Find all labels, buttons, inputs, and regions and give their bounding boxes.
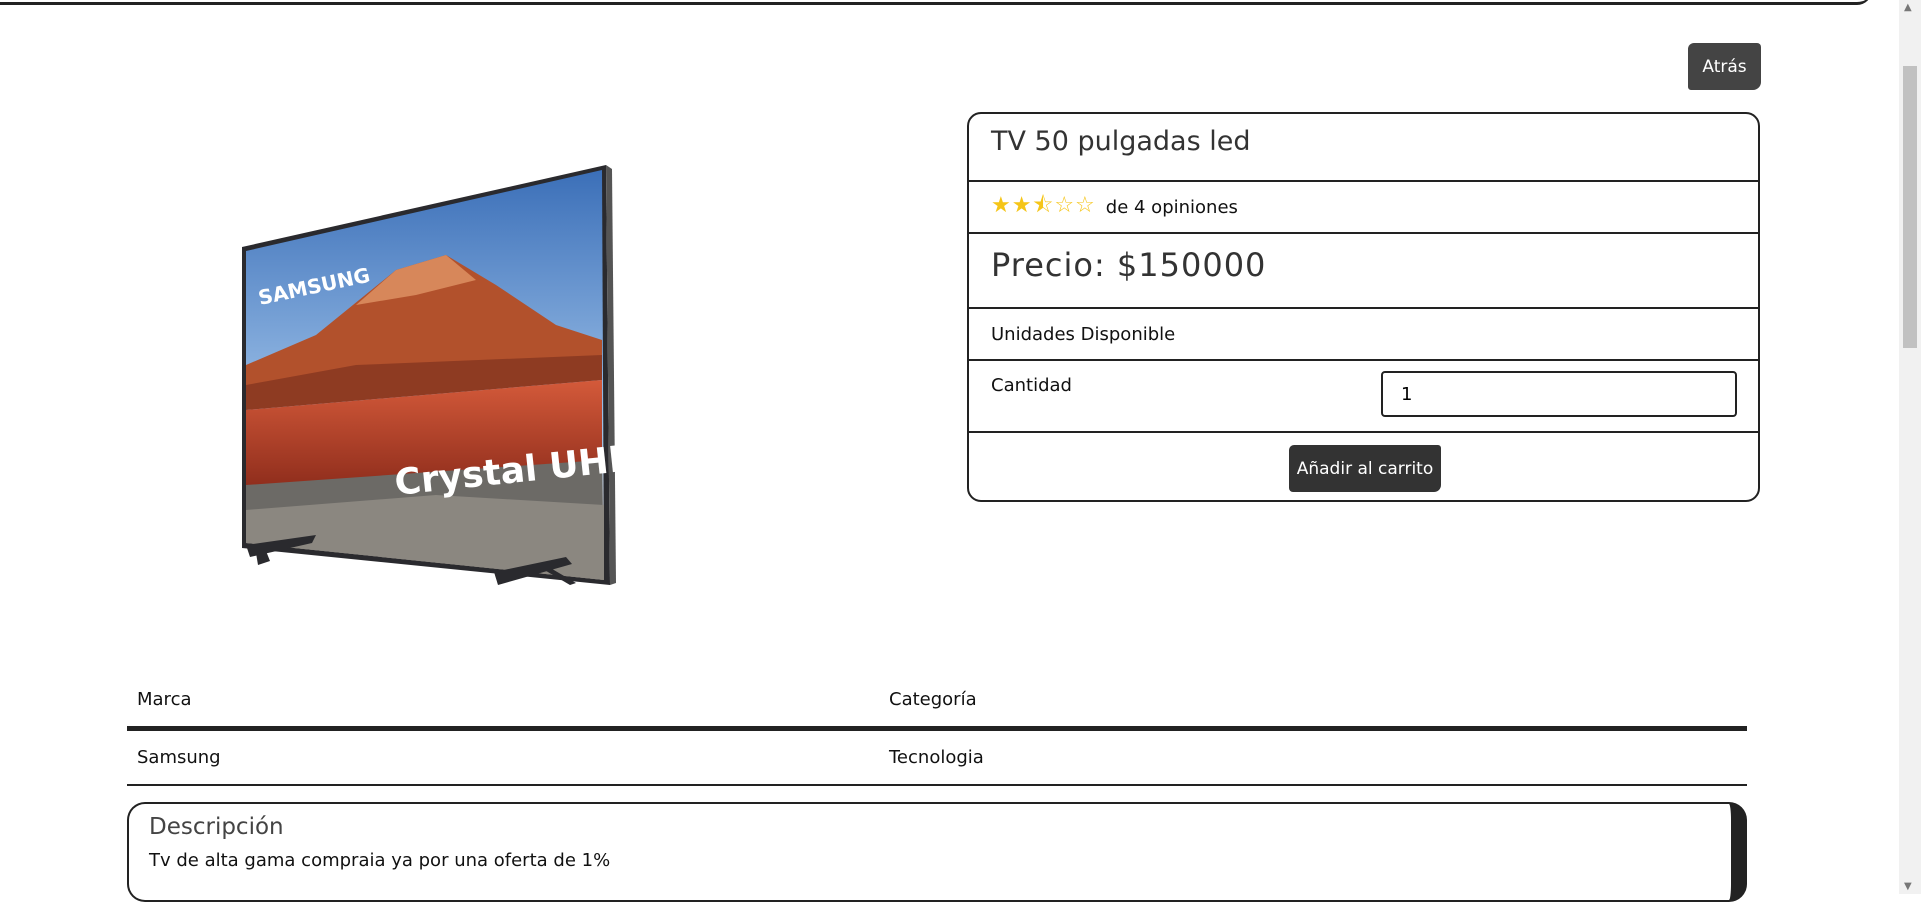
quantity-label: Cantidad: [991, 375, 1072, 396]
cart-row: Añadir al carrito: [969, 433, 1758, 500]
header-brand: Marca: [127, 672, 879, 731]
star-full-icon: ★: [1011, 193, 1033, 218]
header-category: Categoría: [879, 672, 1747, 731]
description-text: Tv de alta gama compraia ya por una ofer…: [149, 850, 611, 871]
product-info-card: TV 50 pulgadas led ★★⯪☆☆ de 4 opiniones …: [967, 112, 1760, 502]
product-title-row: TV 50 pulgadas led: [969, 114, 1758, 182]
product-image: SAMSUNG Crystal UHD: [242, 165, 616, 585]
description-title: Descripción: [149, 814, 284, 840]
stock-row: Unidades Disponible: [969, 309, 1758, 361]
top-navbar-edge: [0, 0, 1872, 5]
star-half-icon: ⯪: [1032, 193, 1055, 218]
table-header-row: Marca Categoría: [127, 672, 1747, 731]
star-empty-icon: ☆: [1054, 193, 1076, 218]
description-card: Descripción Tv de alta gama compraia ya …: [127, 802, 1747, 902]
scroll-down-icon[interactable]: ▼: [1904, 881, 1912, 892]
quantity-row: Cantidad: [969, 361, 1758, 433]
reviews-count: de 4 opiniones: [1105, 196, 1238, 218]
star-empty-icon: ☆: [1075, 193, 1096, 218]
price-row: Precio: $150000: [969, 234, 1758, 309]
page-scrollbar[interactable]: ▲ ▼: [1899, 0, 1921, 894]
star-full-icon: ★: [991, 193, 1012, 218]
back-button[interactable]: Atrás: [1688, 43, 1761, 90]
scroll-up-icon[interactable]: ▲: [1904, 2, 1912, 13]
product-details-table: Marca Categoría Samsung Tecnologia: [127, 672, 1747, 786]
rating-stars: ★★⯪☆☆: [991, 188, 1096, 226]
quantity-input[interactable]: [1381, 371, 1737, 417]
add-to-cart-button[interactable]: Añadir al carrito: [1289, 445, 1441, 492]
table-row: Samsung Tecnologia: [127, 728, 1747, 786]
scrollbar-thumb[interactable]: [1903, 66, 1917, 348]
cell-brand: Samsung: [127, 728, 879, 786]
rating-row: ★★⯪☆☆ de 4 opiniones: [969, 182, 1758, 234]
product-title: TV 50 pulgadas led: [991, 126, 1251, 157]
stock-label: Unidades Disponible: [991, 323, 1176, 345]
cell-category: Tecnologia: [879, 728, 1747, 786]
price-text: Precio: $150000: [991, 246, 1267, 284]
